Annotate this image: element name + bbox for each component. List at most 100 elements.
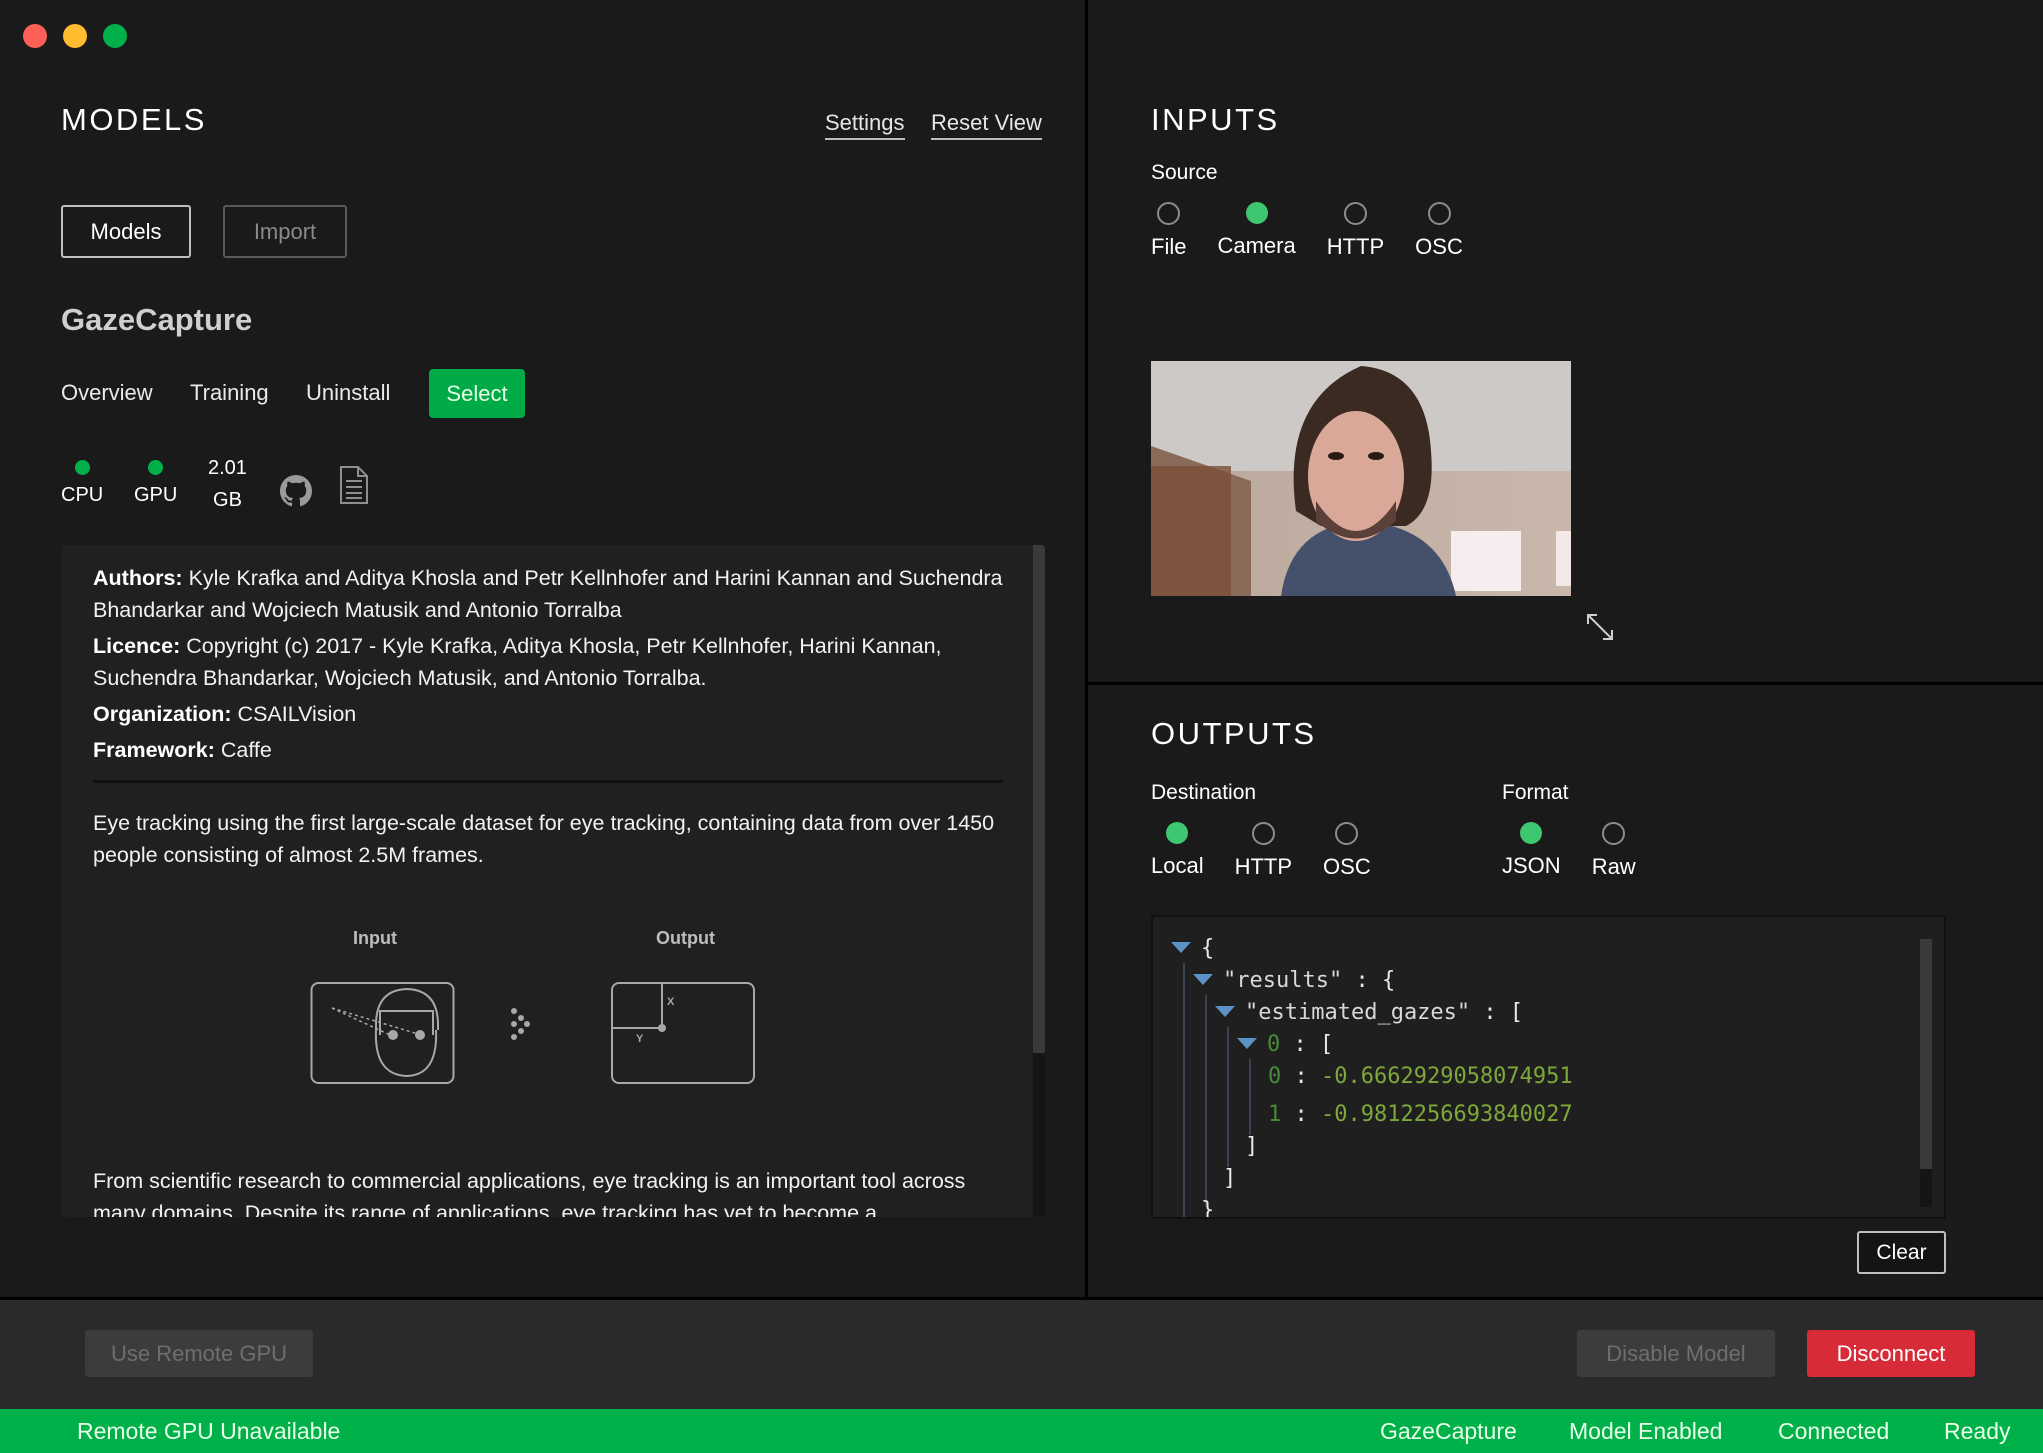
radio-label: OSC	[1323, 854, 1371, 879]
status-ready: Ready	[1944, 1418, 2011, 1444]
organization-label: Organization:	[93, 702, 232, 726]
gpu-label: GPU	[134, 484, 178, 506]
source-radio-file[interactable]: File	[1151, 202, 1186, 260]
document-icon[interactable]	[339, 465, 369, 505]
import-button[interactable]: Import	[223, 205, 347, 258]
models-panel: MODELS Settings Reset View Models Import…	[0, 0, 1085, 1297]
neural-network-icon	[511, 1008, 530, 1040]
model-size-unit: GB	[213, 489, 242, 511]
json-close-brace: }	[1201, 1198, 1215, 1219]
destination-radio-group: Local HTTP OSC	[1151, 822, 1402, 880]
disable-model-button[interactable]: Disable Model	[1577, 1330, 1775, 1377]
framework-label: Framework:	[93, 738, 215, 762]
destination-radio-osc[interactable]: OSC	[1323, 822, 1371, 880]
settings-link[interactable]: Settings	[825, 110, 905, 140]
tab-training[interactable]: Training	[190, 380, 269, 406]
model-size-value: 2.01	[208, 457, 247, 479]
json-output-viewer[interactable]: { "results" : { "estimated_gazes" : [ 0 …	[1151, 915, 1946, 1219]
json-key-estimated-gazes: "estimated_gazes"	[1245, 1000, 1471, 1025]
licence-row: Licence: Copyright (c) 2017 - Kyle Krafk…	[93, 630, 1003, 694]
collapse-triangle-icon[interactable]	[1237, 1037, 1257, 1049]
format-label: Format	[1502, 781, 1569, 804]
json-line-value: 0 : -0.6662929058074951	[1268, 1064, 1573, 1089]
json-index: 1	[1268, 1102, 1282, 1127]
face-input-icon	[310, 982, 455, 1084]
clear-output-button[interactable]: Clear	[1857, 1231, 1946, 1274]
radio-circle[interactable]	[1251, 822, 1275, 845]
radio-circle[interactable]	[1602, 822, 1626, 845]
framework-row: Framework: Caffe	[93, 734, 1003, 766]
select-model-button[interactable]: Select	[429, 369, 525, 418]
radio-label: Camera	[1217, 233, 1296, 258]
radio-circle-selected[interactable]	[1245, 202, 1268, 224]
source-radio-http[interactable]: HTTP	[1327, 202, 1384, 260]
source-radio-group: File Camera HTTP OSC	[1151, 202, 1494, 260]
json-index: 0	[1267, 1032, 1281, 1057]
json-line-results: "results" : {	[1193, 966, 1395, 996]
bottom-toolbar: Use Remote GPU Disable Model Disconnect	[0, 1297, 2043, 1409]
status-connection: Connected	[1778, 1418, 1890, 1444]
model-summary: Eye tracking using the first large-scale…	[93, 811, 995, 867]
json-close-bracket: ]	[1245, 1134, 1259, 1159]
json-number: -0.6662929058074951	[1321, 1064, 1573, 1089]
radio-circle[interactable]	[1343, 202, 1367, 225]
format-radio-raw[interactable]: Raw	[1592, 822, 1636, 880]
json-key-results: "results"	[1223, 968, 1343, 993]
radio-circle-selected[interactable]	[1520, 822, 1543, 844]
github-icon[interactable]	[280, 475, 312, 507]
radio-label: HTTP	[1234, 854, 1293, 879]
radio-label: Raw	[1591, 854, 1636, 879]
use-remote-gpu-button[interactable]: Use Remote GPU	[85, 1330, 313, 1377]
reset-view-link[interactable]: Reset View	[931, 110, 1042, 140]
json-line-index-0: 0 : [	[1237, 1030, 1333, 1060]
collapse-triangle-icon[interactable]	[1171, 941, 1191, 953]
source-radio-camera[interactable]: Camera	[1217, 202, 1296, 260]
diagram-output-label: Output	[656, 928, 715, 948]
authors-label: Authors:	[93, 566, 183, 590]
collapse-triangle-icon[interactable]	[1215, 1005, 1235, 1017]
cpu-status-dot	[74, 460, 90, 475]
status-model: GazeCapture	[1380, 1418, 1517, 1444]
status-model-state: Model Enabled	[1569, 1418, 1723, 1444]
radio-label: Local	[1151, 853, 1204, 878]
expand-icon[interactable]	[1585, 612, 1615, 642]
diagram-y-label: Y	[636, 1033, 644, 1045]
model-size: 2.01 GB	[208, 452, 247, 516]
organization-row: Organization: CSAILVision	[93, 698, 1003, 730]
radio-circle-selected[interactable]	[1166, 822, 1189, 844]
tree-guide	[1249, 1059, 1251, 1135]
minimize-window-button[interactable]	[63, 24, 87, 48]
radio-circle[interactable]	[1157, 202, 1181, 225]
destination-radio-http[interactable]: HTTP	[1235, 822, 1292, 880]
radio-circle[interactable]	[1427, 202, 1451, 225]
models-button[interactable]: Models	[61, 205, 191, 258]
status-remote-gpu: Remote GPU Unavailable	[77, 1418, 341, 1444]
tab-uninstall[interactable]: Uninstall	[306, 380, 390, 406]
json-line-value: 1 : -0.9812256693840027	[1268, 1102, 1573, 1127]
input-output-diagram: Input Output X Y	[280, 910, 780, 1100]
format-radio-json[interactable]: JSON	[1502, 822, 1561, 880]
description-divider	[93, 780, 1003, 783]
model-name: GazeCapture	[61, 302, 253, 337]
licence-label: Licence:	[93, 634, 181, 658]
disconnect-button[interactable]: Disconnect	[1807, 1330, 1975, 1377]
source-radio-osc[interactable]: OSC	[1415, 202, 1463, 260]
cpu-label: CPU	[61, 484, 104, 506]
maximize-window-button[interactable]	[103, 24, 127, 48]
radio-circle[interactable]	[1335, 822, 1359, 845]
gpu-status-dot	[148, 460, 164, 475]
tab-overview[interactable]: Overview	[61, 380, 153, 406]
collapse-triangle-icon[interactable]	[1193, 973, 1213, 985]
json-brace: {	[1201, 936, 1215, 961]
licence-value: Copyright (c) 2017 - Kyle Krafka, Aditya…	[93, 634, 942, 690]
format-radio-group: JSON Raw	[1502, 822, 1667, 880]
model-description-panel[interactable]: Authors: Kyle Krafka and Aditya Khosla a…	[61, 545, 1045, 1217]
json-scrollbar-thumb[interactable]	[1920, 939, 1932, 1169]
radio-label: OSC	[1415, 234, 1463, 259]
description-scrollbar-thumb[interactable]	[1033, 545, 1045, 1053]
radio-label: File	[1151, 234, 1187, 259]
close-window-button[interactable]	[23, 24, 47, 48]
destination-radio-local[interactable]: Local	[1151, 822, 1204, 880]
model-body-text: From scientific research to commercial a…	[93, 1169, 966, 1217]
json-line-root: {	[1171, 934, 1214, 964]
